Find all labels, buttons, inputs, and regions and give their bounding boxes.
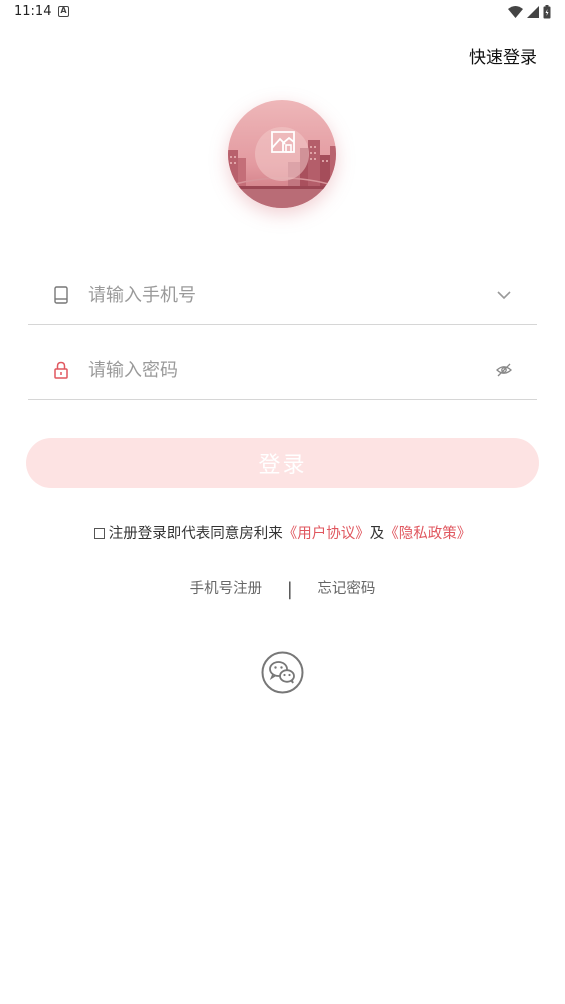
login-button[interactable]: 登录 — [26, 438, 539, 488]
wechat-icon[interactable] — [261, 651, 304, 694]
quick-login-link[interactable]: 快速登录 — [469, 43, 537, 68]
agreement-checkbox[interactable] — [93, 528, 105, 539]
wifi-icon — [508, 6, 523, 18]
phone-input[interactable] — [88, 279, 468, 311]
password-input[interactable] — [88, 354, 468, 386]
status-icons — [508, 5, 551, 19]
status-time: 11:14 — [14, 4, 52, 19]
forgot-password-link[interactable]: 忘记密码 — [317, 581, 375, 597]
lock-icon — [54, 361, 68, 379]
account-links: 手机号注册 | 忘记密码 — [0, 577, 565, 600]
battery-icon — [543, 5, 551, 19]
phone-icon — [54, 286, 68, 304]
house-image-icon — [271, 131, 295, 153]
cell-signal-icon — [527, 6, 539, 18]
chevron-down-icon[interactable] — [495, 287, 513, 303]
login-screen: 11:14 A 快速登录 请输入手机号 登录 注册登录即代表同意房利来《用户协议… — [0, 0, 565, 1004]
a-letter-icon: A — [58, 6, 69, 17]
agreement-and-text: 及 — [369, 526, 385, 542]
status-bar: 11:14 A — [0, 0, 565, 26]
link-divider: | — [286, 579, 293, 600]
agreement-text: 注册登录即代表同意房利来 — [108, 526, 283, 542]
eye-hidden-icon[interactable] — [495, 362, 513, 378]
user-agreement-link[interactable]: 《用户协议》 — [283, 526, 370, 542]
phone-field — [28, 265, 537, 325]
phone-register-link[interactable]: 手机号注册 — [190, 581, 263, 597]
password-field — [28, 340, 537, 400]
privacy-policy-link[interactable]: 《隐私政策》 — [384, 526, 471, 542]
agreement-row: 注册登录即代表同意房利来《用户协议》及《隐私政策》 — [0, 522, 565, 543]
